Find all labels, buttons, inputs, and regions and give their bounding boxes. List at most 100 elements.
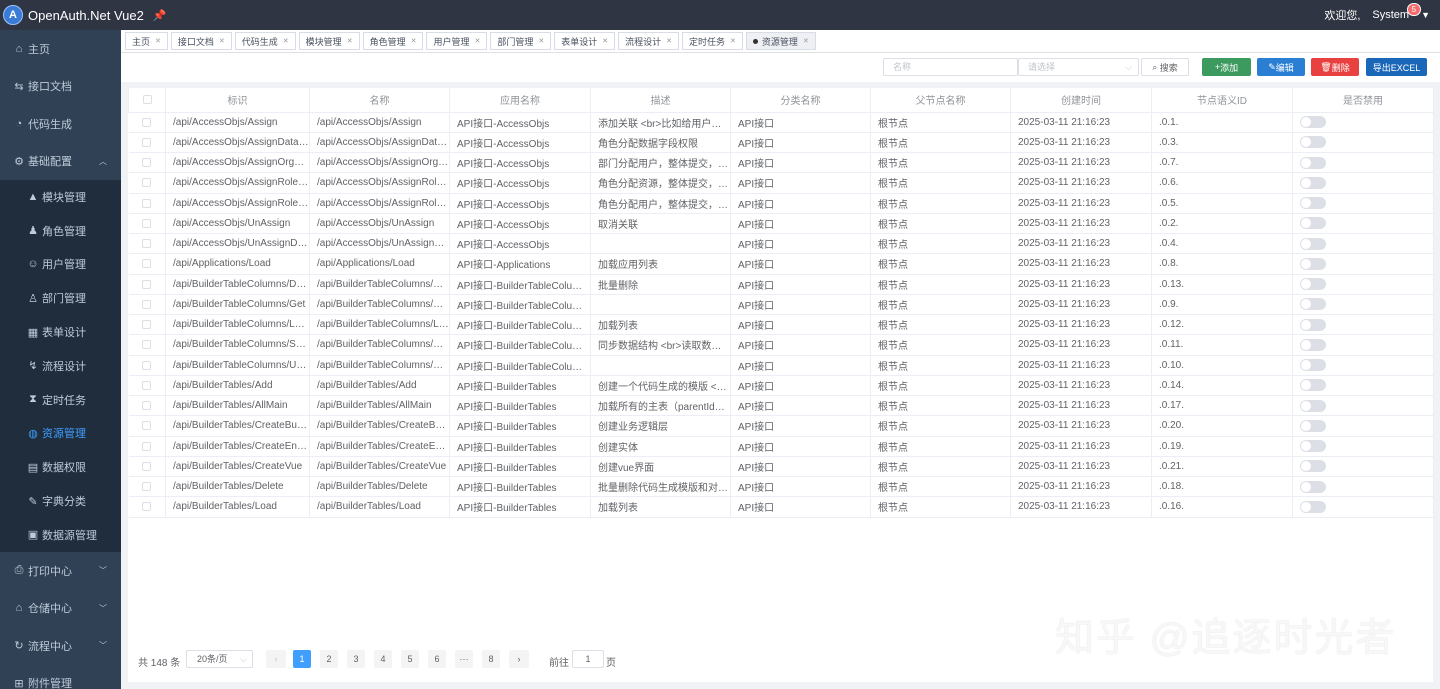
table-row[interactable]: /api/BuilderTableColumns/Delete/api/Buil… [128,274,1434,295]
disable-toggle[interactable] [1300,318,1326,331]
table-row[interactable]: /api/AccessObjs/AssignOrgUsers/api/Acces… [128,152,1434,174]
row-checkbox[interactable] [142,137,152,147]
close-icon[interactable]: ✕ [155,37,161,45]
export-button[interactable]: 导出EXCEL [1366,58,1427,76]
table-row[interactable]: /api/AccessObjs/AssignDataProperty/api/A… [128,132,1434,154]
tab-5[interactable]: 角色管理 ✕ [362,32,424,50]
row-checkbox[interactable] [142,117,152,127]
sidebar-item-2[interactable]: ⇆ 接口文档 [0,68,121,106]
close-icon[interactable]: ✕ [219,37,225,45]
page-button-7[interactable]: ··· [455,650,473,668]
page-button-1[interactable]: 1 [293,650,311,668]
sidebar-item-18[interactable]: ↻ 流程中心 ﹀ [0,627,121,665]
row-checkbox[interactable] [142,461,152,471]
goto-page-input[interactable]: 1 [572,650,604,668]
table-row[interactable]: /api/BuilderTableColumns/Sync/api/Builde… [128,334,1434,356]
tab-11[interactable]: 资源管理 ✕ [745,32,816,50]
caret-down-icon[interactable]: ▼ [1421,10,1430,20]
select-all-checkbox[interactable] [142,95,152,105]
row-checkbox[interactable] [142,401,152,411]
close-icon[interactable]: ✕ [602,37,608,45]
column-header[interactable]: 标识 [165,88,310,113]
close-icon[interactable]: ✕ [803,37,809,45]
sidebar-item-12[interactable]: ◍ 资源管理 [0,416,121,451]
disable-toggle[interactable] [1300,298,1326,311]
table-row[interactable]: /api/BuilderTables/CreateBusiness/api/Bu… [128,415,1434,437]
row-checkbox[interactable] [142,441,152,451]
table-row[interactable]: /api/BuilderTables/Delete/api/BuilderTab… [128,476,1434,498]
row-checkbox[interactable] [142,279,152,289]
sidebar-item-3[interactable]: ◔ 代码生成 [0,105,121,143]
tab-4[interactable]: 模块管理 ✕ [298,32,360,50]
row-checkbox[interactable] [142,360,152,370]
disable-toggle[interactable] [1300,440,1326,453]
prev-page-button[interactable]: ‹ [266,650,286,668]
row-checkbox[interactable] [142,259,152,269]
close-icon[interactable]: ✕ [474,37,480,45]
row-checkbox[interactable] [142,218,152,228]
table-row[interactable]: /api/AccessObjs/UnAssignDataProperty/api… [128,233,1434,255]
row-checkbox[interactable] [142,340,152,350]
disable-toggle[interactable] [1300,460,1326,473]
row-checkbox[interactable] [142,502,152,512]
tab-9[interactable]: 流程设计 ✕ [618,32,680,50]
sidebar-item-16[interactable]: ⎙ 打印中心 ﹀ [0,552,121,590]
row-checkbox[interactable] [142,380,152,390]
disable-toggle[interactable] [1300,136,1326,149]
sidebar-item-14[interactable]: ✎ 字典分类 [0,484,121,518]
row-checkbox[interactable] [142,482,152,492]
close-icon[interactable]: ✕ [347,37,353,45]
user-menu[interactable]: System 5 [1372,3,1422,21]
disable-toggle[interactable] [1300,257,1326,270]
page-button-6[interactable]: 6 [428,650,446,668]
table-row[interactable]: /api/AccessObjs/AssignRoleUsers/api/Acce… [128,193,1434,214]
tab-8[interactable]: 表单设计 ✕ [554,32,616,50]
close-icon[interactable]: ✕ [666,37,672,45]
tab-7[interactable]: 部门管理 ✕ [490,32,552,50]
column-header[interactable]: 节点语义ID [1151,88,1293,113]
user-name[interactable]: System [1372,9,1409,21]
page-button-2[interactable]: 2 [320,650,338,668]
disable-toggle[interactable] [1300,338,1326,351]
table-row[interactable]: /api/BuilderTables/Load/api/BuilderTable… [128,496,1434,518]
page-button-3[interactable]: 3 [347,650,365,668]
row-checkbox[interactable] [142,421,152,431]
disable-toggle[interactable] [1300,500,1326,513]
table-row[interactable]: /api/AccessObjs/UnAssign/api/AccessObjs/… [128,213,1434,235]
sidebar-item-15[interactable]: ▣ 数据源管理 [0,517,121,552]
column-header[interactable]: 应用名称 [449,88,591,113]
close-icon[interactable]: ✕ [411,37,417,45]
tab-2[interactable]: 接口文档 ✕ [170,32,232,50]
page-size-select[interactable]: 20条/页 ⌵ [186,650,253,668]
table-row[interactable]: /api/BuilderTables/AllMain/api/BuilderTa… [128,395,1434,417]
sidebar-item-10[interactable]: ↯ 流程设计 [0,348,121,383]
row-checkbox[interactable] [142,320,152,330]
tab-3[interactable]: 代码生成 ✕ [234,32,296,50]
table-row[interactable]: /api/BuilderTables/CreateVue/api/Builder… [128,456,1434,478]
table-row[interactable]: /api/BuilderTableColumns/Get/api/Builder… [128,294,1434,316]
close-icon[interactable]: ✕ [538,37,544,45]
disable-toggle[interactable] [1300,156,1326,169]
sidebar-item-7[interactable]: ☺ 用户管理 [0,247,121,282]
add-button[interactable]: + 添加 [1202,58,1251,76]
delete-button[interactable]: 🗑 删除 [1311,58,1359,76]
column-header[interactable]: 父节点名称 [870,88,1011,113]
row-checkbox[interactable] [142,158,152,168]
row-checkbox[interactable] [142,178,152,188]
sidebar-item-11[interactable]: ⧗ 定时任务 [0,382,121,417]
notification-badge[interactable]: 5 [1406,3,1422,16]
sidebar-item-17[interactable]: ⌂ 仓储中心 ﹀ [0,589,121,627]
row-checkbox[interactable] [142,239,152,249]
page-button-5[interactable]: 5 [401,650,419,668]
table-row[interactable]: /api/BuilderTableColumns/Update/api/Buil… [128,355,1434,376]
disable-toggle[interactable] [1300,116,1326,129]
sidebar-item-1[interactable]: ⌂ 主页 [0,30,121,68]
sidebar-item-9[interactable]: ▦ 表单设计 [0,315,121,349]
pin-icon[interactable]: 📌 [153,9,167,22]
column-header[interactable]: 名称 [309,88,450,113]
column-header[interactable]: 是否禁用 [1292,88,1434,113]
table-row[interactable]: /api/Applications/Load/api/Applications/… [128,253,1434,275]
disable-toggle[interactable] [1300,419,1326,432]
tab-1[interactable]: 主页 ✕ [125,32,168,50]
disable-toggle[interactable] [1300,399,1326,412]
